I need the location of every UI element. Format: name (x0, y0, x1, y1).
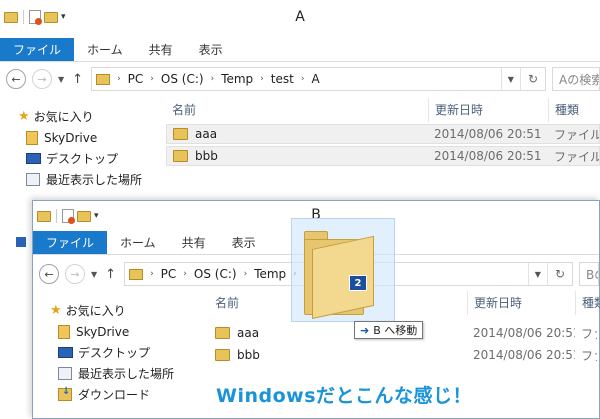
navigation-pane: ★ お気に入り SkyDrive デスクトップ 最近表示した場所 (0, 106, 150, 190)
breadcrumb-item[interactable]: OS (C:) (194, 267, 237, 281)
desktop-icon (26, 153, 41, 164)
breadcrumb-item[interactable]: test (271, 72, 294, 86)
tab-share[interactable]: 共有 (169, 231, 219, 254)
tab-view[interactable]: 表示 (219, 231, 269, 254)
folder-icon (96, 73, 111, 85)
refresh-icon[interactable]: ↻ (519, 68, 545, 90)
nav-item-recent[interactable]: 最近表示した場所 (32, 363, 182, 384)
move-arrow-icon: ➜ (360, 323, 370, 337)
caption-text: Windowsだとこんな感じ！ (216, 385, 473, 407)
dragged-folder-icon: 2 (304, 231, 374, 319)
nav-item-desktop[interactable]: デスクトップ (32, 342, 182, 363)
recent-places-icon (26, 173, 40, 186)
breadcrumb-item[interactable]: PC (128, 72, 144, 86)
titlebar-a: ▾ A (0, 0, 600, 34)
tab-view[interactable]: 表示 (186, 38, 236, 61)
refresh-icon[interactable]: ↻ (546, 263, 572, 285)
move-tooltip: ➜ B へ移動 (354, 321, 424, 339)
folder-icon (129, 268, 144, 280)
recent-locations-icon[interactable]: ▼ (91, 270, 97, 279)
tab-home[interactable]: ホーム (107, 231, 169, 254)
recent-places-icon (58, 367, 72, 380)
table-row[interactable]: aaa 2014/08/06 20:51 ファイル フォルダー (166, 124, 600, 144)
nav-item-skydrive[interactable]: SkyDrive (0, 127, 150, 148)
recent-locations-icon[interactable]: ▼ (58, 75, 64, 84)
folder-icon (215, 327, 230, 339)
breadcrumb-item[interactable]: OS (C:) (161, 72, 204, 86)
column-headers: 名前 更新日時 種類 (209, 290, 600, 315)
column-modified[interactable]: 更新日時 (467, 290, 575, 315)
nav-item-recent[interactable]: 最近表示した場所 (0, 169, 150, 190)
window-title: A (295, 9, 305, 25)
column-type[interactable]: 種類 (575, 290, 600, 315)
ribbon-tabs: ファイル ホーム 共有 表示 (0, 38, 600, 62)
skydrive-icon (26, 130, 38, 145)
folder-icon (173, 128, 188, 140)
drag-preview: 2 (291, 218, 395, 322)
navigation-pane-b: ★ お気に入り SkyDrive デスクトップ 最近表示した場所 ダウンロード (32, 300, 182, 405)
star-icon: ★ (50, 303, 62, 318)
nav-pane-icon-partial (16, 237, 26, 247)
nav-item-desktop[interactable]: デスクトップ (0, 148, 150, 169)
item-count-badge: 2 (349, 275, 367, 291)
tab-home[interactable]: ホーム (74, 38, 136, 61)
folder-icon (215, 349, 230, 361)
folder-icon (173, 150, 188, 162)
nav-item-skydrive[interactable]: SkyDrive (32, 321, 182, 342)
address-bar[interactable]: › PC › OS (C:) › Temp › test › A ▼ ↻ (91, 67, 546, 91)
up-icon[interactable]: ↑ (105, 267, 116, 282)
back-button[interactable]: ← (6, 69, 26, 89)
search-input[interactable]: Aの検索 (552, 67, 600, 91)
column-headers: 名前 更新日時 種類 (166, 97, 600, 122)
address-row: ← → ▼ ↑ › PC › OS (C:) › Temp › test › A ▼ ↻ … (0, 64, 600, 94)
column-type[interactable]: 種類 (548, 97, 600, 122)
up-icon[interactable]: ↑ (72, 72, 83, 87)
table-row[interactable]: bbb 2014/08/06 20:51 ファイル フォルダー (166, 146, 600, 166)
nav-favorites[interactable]: ★ お気に入り (32, 300, 182, 321)
search-input[interactable]: Bの検索 (579, 262, 599, 286)
column-name[interactable]: 名前 (166, 98, 428, 122)
breadcrumb-item[interactable]: PC (161, 267, 177, 281)
breadcrumb-item[interactable]: Temp (221, 72, 253, 86)
star-icon: ★ (18, 109, 30, 124)
column-modified[interactable]: 更新日時 (428, 97, 548, 122)
file-list: 名前 更新日時 種類 aaa 2014/08/06 20:51 ファイル フォル… (166, 97, 600, 166)
nav-item-downloads[interactable]: ダウンロード (32, 384, 182, 405)
tab-file[interactable]: ファイル (0, 38, 75, 61)
downloads-icon (58, 386, 72, 401)
address-dropdown-icon[interactable]: ▼ (527, 263, 547, 285)
back-button[interactable]: ← (39, 264, 59, 284)
table-row[interactable]: bbb 2014/08/06 20:51 ファイル フォルダー (209, 345, 599, 365)
tab-file[interactable]: ファイル (33, 231, 108, 254)
forward-button[interactable]: → (65, 264, 85, 284)
forward-button[interactable]: → (32, 69, 52, 89)
skydrive-icon (58, 324, 70, 339)
desktop-icon (58, 347, 73, 358)
tab-share[interactable]: 共有 (136, 38, 186, 61)
breadcrumb-item[interactable]: A (311, 72, 319, 86)
address-dropdown-icon[interactable]: ▼ (500, 68, 520, 90)
breadcrumb-item[interactable]: Temp (254, 267, 286, 281)
nav-favorites[interactable]: ★ お気に入り (0, 106, 150, 127)
